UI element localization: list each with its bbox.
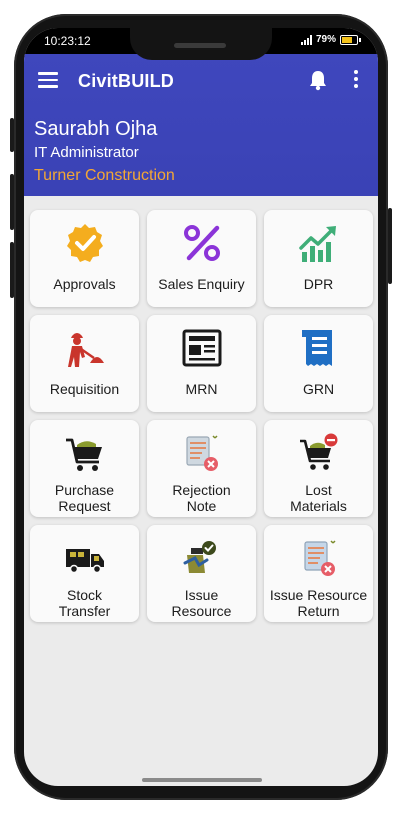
shopping-cart-icon xyxy=(66,438,102,471)
growth-chart-icon xyxy=(299,226,336,262)
rejected-document-icon xyxy=(186,435,218,471)
tile-label: Approvals xyxy=(53,276,116,292)
resource-return-icon xyxy=(304,540,336,576)
tile-label: Stock Transfer xyxy=(32,587,137,619)
tile-label: Issue Resource xyxy=(149,587,254,619)
tile-label: Issue Resource Return xyxy=(266,587,371,619)
user-name: Saurabh Ojha xyxy=(34,118,158,140)
volume-down-button xyxy=(10,242,14,298)
tile-grn[interactable]: GRN xyxy=(264,315,373,412)
tile-label-line2: Transfer xyxy=(58,603,111,619)
app-header: CivitBUILD Saurabh Ojha IT Administrator… xyxy=(24,54,378,196)
cart-remove-icon xyxy=(300,433,338,470)
tile-label-line1: Stock xyxy=(66,587,102,603)
tile-label-line1: Lost xyxy=(305,482,332,498)
battery-icon xyxy=(340,34,361,45)
tile-stock-transfer[interactable]: Stock Transfer xyxy=(30,525,139,622)
tile-mrn[interactable]: MRN xyxy=(147,315,256,412)
newspaper-icon xyxy=(182,329,222,367)
tile-label-line1: Rejection xyxy=(172,482,231,498)
worker-shovel-icon xyxy=(68,333,104,367)
tile-label: Purchase Request xyxy=(32,482,137,514)
tile-dpr[interactable]: DPR xyxy=(264,210,373,307)
tile-label: MRN xyxy=(185,381,218,397)
user-role: IT Administrator xyxy=(34,144,139,161)
tile-label-line2: Request xyxy=(58,498,111,514)
tile-label-line1: Issue Resource xyxy=(269,587,368,603)
hamburger-menu-icon[interactable] xyxy=(38,72,58,88)
tile-label: Lost Materials xyxy=(266,482,371,514)
status-right: 79% xyxy=(300,34,361,45)
tile-label: Requisition xyxy=(49,381,120,397)
tile-label: Rejection Note xyxy=(149,482,254,514)
tile-issue-resource[interactable]: Issue Resource xyxy=(147,525,256,622)
receipt-icon xyxy=(302,330,332,366)
home-indicator[interactable] xyxy=(142,778,262,782)
tile-label: GRN xyxy=(302,381,335,397)
tile-lost-materials[interactable]: Lost Materials xyxy=(264,420,373,517)
speaker-grille xyxy=(174,43,226,48)
power-button xyxy=(388,208,392,284)
tile-label-line2: Return xyxy=(297,603,340,619)
tile-label-line1: Issue xyxy=(184,587,219,603)
percent-icon xyxy=(184,225,220,261)
tile-label-line2: Materials xyxy=(290,498,347,514)
approval-badge-icon xyxy=(67,224,103,262)
tile-label: Sales Enquiry xyxy=(158,276,245,292)
notification-bell-icon[interactable] xyxy=(308,69,328,91)
side-button xyxy=(10,118,14,152)
issue-resource-icon xyxy=(183,541,216,573)
screen: 10:23:12 79% CivitBUILD Saurabh Ojha IT … xyxy=(24,28,378,786)
tile-purchase-request[interactable]: Purchase Request xyxy=(30,420,139,517)
company-name: Turner Construction xyxy=(34,167,175,184)
volume-up-button xyxy=(10,174,14,230)
tile-label-line1: Purchase xyxy=(54,482,115,498)
tile-issue-resource-return[interactable]: Issue Resource Return xyxy=(264,525,373,622)
tile-label: DPR xyxy=(303,276,334,292)
tile-label-line2: Resource xyxy=(171,603,232,619)
tile-sales-enquiry[interactable]: Sales Enquiry xyxy=(147,210,256,307)
tile-label-line2: Note xyxy=(186,498,217,514)
delivery-truck-icon xyxy=(66,549,104,574)
battery-percent: 79% xyxy=(315,34,336,45)
more-options-icon[interactable] xyxy=(352,70,360,92)
module-grid: Approvals Sales Enquiry DPR Requisition … xyxy=(30,210,373,622)
app-title: CivitBUILD xyxy=(78,71,174,91)
tile-approvals[interactable]: Approvals xyxy=(30,210,139,307)
signal-icon xyxy=(300,34,312,45)
tile-rejection-note[interactable]: Rejection Note xyxy=(147,420,256,517)
status-time: 10:23:12 xyxy=(44,34,91,48)
tile-requisition[interactable]: Requisition xyxy=(30,315,139,412)
